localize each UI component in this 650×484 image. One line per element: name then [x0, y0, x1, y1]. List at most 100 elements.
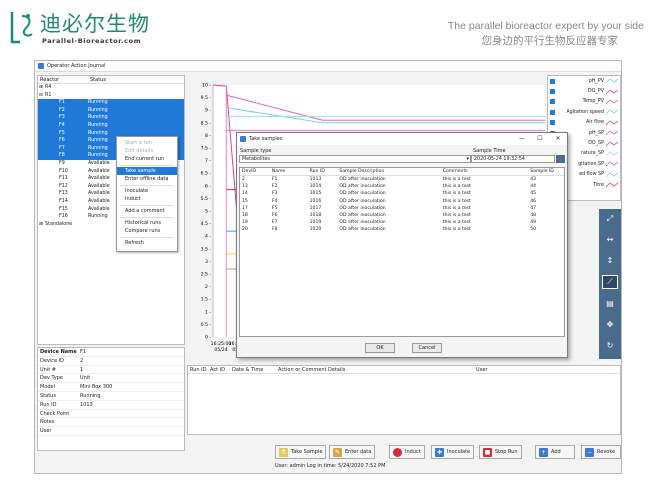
sparkline-icon	[606, 78, 618, 84]
induct-button[interactable]: Induct	[389, 445, 425, 459]
dialog-titlebar[interactable]: Take samples — ☐ ✕	[237, 133, 567, 145]
chart-line-icon[interactable]: ⟋	[602, 274, 618, 290]
window-title: Operator Action Journal	[47, 63, 106, 69]
grid-cell: OD after inoculation	[339, 198, 386, 204]
context-menu-item[interactable]: Inoculate	[117, 187, 177, 195]
context-menu-item[interactable]: Compare runs	[117, 227, 177, 235]
table-row[interactable]: 15 F4 1016 OD after inoculation this is a te…	[240, 198, 564, 205]
grid-cell: OD after inoculation	[339, 212, 386, 218]
move-icon[interactable]: ✥	[602, 317, 618, 331]
reactor-name: F14	[59, 198, 68, 204]
grid-header-cell: Name	[271, 169, 286, 174]
grid-cell: 13	[242, 184, 248, 190]
device-details: Device Name F1 Device ID 2 Unit #1 Dev Type Un…	[37, 347, 185, 451]
stop-icon: ■	[483, 447, 492, 457]
fit-width-icon[interactable]: ↔	[602, 233, 618, 247]
checkbox-icon[interactable]	[550, 120, 555, 126]
y-tick-label: 1 -	[205, 309, 211, 315]
device-detail-row: Model Mini Box 300	[38, 383, 184, 392]
grid-cell: 1013	[309, 177, 322, 182]
minimize-button[interactable]: —	[515, 133, 529, 145]
samples-grid[interactable]: DevID Name Run ID Sample Description Comment…	[239, 167, 565, 337]
inoculate-button[interactable]: ✚ Inoculate	[431, 445, 475, 459]
refresh-icon[interactable]: ↻	[602, 338, 618, 352]
cancel-button[interactable]: Cancel	[412, 343, 442, 353]
sample-time-label: Sample Time	[473, 148, 506, 154]
calendar-icon[interactable]	[556, 155, 565, 163]
table-row[interactable]: 2 F1 1013 OD after inoculation this is a tes…	[240, 176, 564, 183]
expand-icon[interactable]: ⤢	[602, 212, 618, 226]
context-menu-item[interactable]: Induct	[117, 195, 177, 203]
maximize-button[interactable]: ☐	[533, 133, 547, 145]
grid-cell: 50	[530, 227, 537, 233]
device-detail-row: Status Running	[38, 392, 184, 401]
tree-header-status: Status	[90, 77, 106, 83]
table-row[interactable]: 18 F6 1018 OD after inoculation this is a te…	[240, 212, 564, 219]
checkbox-icon[interactable]	[550, 99, 555, 105]
grid-cell: 1014	[309, 184, 322, 190]
legend-label: Air flow	[586, 120, 604, 126]
context-menu-item[interactable]: Refresh	[117, 239, 177, 247]
reactor-name: F4	[59, 122, 65, 128]
grid-cell: OD after inoculation	[339, 191, 386, 197]
grid-cell: this is a test	[442, 198, 471, 204]
table-row[interactable]: 14 F3 1015 OD after inoculation this is a te…	[240, 190, 564, 197]
ok-button[interactable]: OK	[365, 343, 395, 353]
context-menu-item[interactable]: Take sample	[117, 167, 177, 175]
legend-item[interactable]: Agitation speed	[548, 107, 620, 117]
context-menu-item[interactable]: Historical runs	[117, 219, 177, 227]
table-icon[interactable]: ▤	[602, 296, 618, 310]
sparkline-icon	[606, 161, 618, 167]
table-row[interactable]: 17 F5 1017 OD after inoculation this is a te…	[240, 205, 564, 212]
window-titlebar[interactable]: Operator Action Journal	[35, 61, 621, 72]
menu-separator	[120, 236, 174, 238]
reactor-name: F3	[59, 115, 65, 121]
inoculate-icon: ✚	[435, 447, 444, 457]
detail-key: Run ID	[40, 401, 57, 408]
legend-item[interactable]: Air flow	[548, 118, 620, 128]
chart-toolbar: ⤢ ↔ ↕ ⟋ ▤ ✥ ↻	[599, 209, 621, 359]
checkbox-icon[interactable]	[550, 89, 555, 95]
table-row[interactable]: 19 F7 1019 OD after inoculation this is a te…	[240, 219, 564, 226]
chevron-down-icon: ▾	[466, 156, 469, 162]
device-detail-row: Run ID 1013	[38, 401, 184, 410]
context-menu-item[interactable]: Add a comment	[117, 207, 177, 215]
sample-time-input[interactable]: 2020-05-24 19:32:54	[471, 155, 555, 163]
expander-icon[interactable]: ⊞	[39, 222, 43, 227]
journal-table[interactable]: Run ID Act ID Date & Time Action or Comm…	[187, 365, 621, 435]
grid-cell: 2	[242, 177, 245, 182]
grid-cell: F8	[271, 227, 278, 233]
table-row[interactable]: 20 F8 1020 OD after inoculation this is a te…	[240, 226, 564, 233]
close-button[interactable]: ✕	[551, 133, 565, 145]
expander-icon[interactable]: ⊟	[39, 93, 43, 98]
legend-item[interactable]: Temp_PV	[548, 97, 620, 107]
grid-cell: 44	[530, 184, 537, 190]
legend-item[interactable]: pH_PV	[548, 76, 620, 86]
enter-data-button[interactable]: ✎ Enter data	[329, 445, 376, 459]
checkbox-icon[interactable]	[550, 78, 555, 84]
take-sample-button[interactable]: ⚗ Take Sample	[275, 445, 327, 459]
brand-name-cn: 迪必尔生物	[40, 12, 150, 36]
y-tick-label: 9.5 -	[201, 95, 212, 101]
reactor-name: F7	[59, 145, 65, 151]
fit-height-icon[interactable]: ↕	[602, 254, 618, 268]
expander-icon[interactable]: ⊞	[39, 85, 43, 90]
context-menu-item[interactable]: Enter offline data	[117, 175, 177, 183]
sample-type-select[interactable]: Metabolites ▾	[239, 155, 471, 163]
add-button[interactable]: + Add	[535, 445, 575, 459]
dialog-app-icon	[240, 136, 246, 142]
reactor-name: F15	[59, 206, 68, 212]
flask-icon: ⚗	[279, 447, 288, 457]
reactor-name: Standalone	[45, 221, 73, 227]
reactor-name: F1	[59, 100, 65, 106]
context-menu-item[interactable]: End current run	[117, 155, 177, 163]
reactor-name: F11	[59, 176, 68, 182]
revoke-button[interactable]: − Revoke	[581, 445, 621, 459]
legend-item[interactable]: DO_PV	[548, 86, 620, 96]
y-tick-label: 2 -	[205, 284, 211, 290]
grid-cell: 1018	[309, 212, 322, 218]
grid-cell: 18	[242, 212, 248, 218]
stop-run-button[interactable]: ■ Stop Run	[479, 445, 522, 459]
checkbox-icon[interactable]	[550, 109, 555, 115]
table-row[interactable]: 13 F2 1014 OD after inoculation this is a te…	[240, 183, 564, 190]
